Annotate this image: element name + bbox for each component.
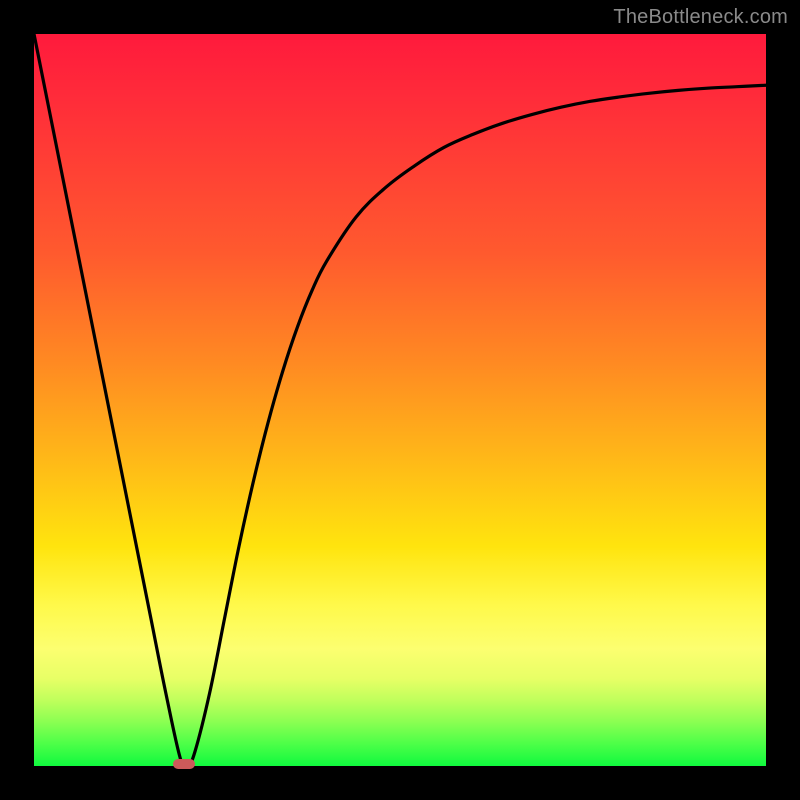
chart-frame: TheBottleneck.com — [0, 0, 800, 800]
optimal-point-marker — [173, 759, 195, 769]
plot-area — [34, 34, 766, 766]
bottleneck-curve — [34, 34, 766, 766]
watermark-text: TheBottleneck.com — [613, 6, 788, 29]
